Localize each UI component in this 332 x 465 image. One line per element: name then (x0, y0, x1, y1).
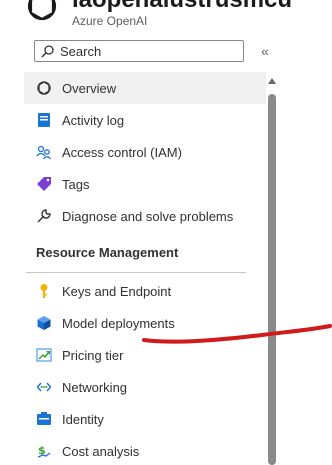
nav-item-label: Keys and Endpoint (62, 283, 172, 299)
collapse-menu-button[interactable]: « (258, 42, 272, 60)
search-placeholder: Search (60, 43, 102, 59)
nav-item-label: Tags (62, 176, 90, 192)
networking-icon (36, 379, 52, 395)
nav-item-label: Networking (62, 379, 128, 395)
nav-item-label: Cost analysis (62, 443, 140, 459)
nav-item-label: Access control (IAM) (62, 144, 182, 160)
nav-item-cost-analysis[interactable]: $ Cost analysis (24, 435, 266, 465)
section-divider (26, 272, 246, 273)
resource-header: iaopenaiustrusmcu Azure OpenAI (0, 0, 332, 36)
tag-icon (36, 176, 52, 192)
nav-item-model-deployments[interactable]: Model deployments (24, 307, 266, 339)
resource-name: iaopenaiustrusmcu (72, 0, 292, 14)
nav-item-diagnose[interactable]: Diagnose and solve problems (24, 200, 266, 232)
nav-item-activity-log[interactable]: Activity log (24, 104, 266, 136)
key-icon (36, 283, 52, 299)
scrollbar-thumb[interactable] (268, 94, 276, 465)
resource-type-subtitle: Azure OpenAI (72, 14, 148, 28)
nav-item-keys-and-endpoint[interactable]: Keys and Endpoint (24, 275, 266, 307)
nav-item-networking[interactable]: Networking (24, 371, 266, 403)
openai-icon (36, 80, 52, 96)
cost-analysis-icon: $ (36, 443, 52, 459)
nav-item-label: Overview (62, 80, 117, 96)
nav-item-label: Activity log (62, 112, 125, 128)
section-resource-management: Resource Management (36, 244, 179, 260)
nav-item-label: Diagnose and solve problems (62, 208, 234, 224)
wrench-icon (36, 208, 52, 224)
nav-item-access-control[interactable]: Access control (IAM) (24, 136, 266, 168)
azure-openai-resource-menu: iaopenaiustrusmcu Azure OpenAI Search « … (0, 0, 332, 465)
nav-item-label: Model deployments (62, 315, 175, 331)
access-control-icon (36, 144, 52, 160)
menu-scrollbar[interactable] (267, 78, 277, 465)
scroll-up-arrow-icon[interactable] (268, 78, 276, 84)
nav-item-pricing-tier[interactable]: Pricing tier (24, 339, 266, 371)
search-icon (41, 44, 54, 58)
nav-item-label: Pricing tier (62, 347, 124, 363)
identity-icon (36, 411, 52, 427)
nav-item-identity[interactable]: Identity (24, 403, 266, 435)
openai-logo-icon (22, 0, 62, 26)
pricing-tier-icon (36, 347, 52, 363)
menu-search-input[interactable]: Search (34, 40, 244, 62)
resource-menu: Overview Activity log Access control (IA… (24, 72, 266, 465)
nav-item-label: Identity (62, 411, 104, 427)
cube-icon (36, 315, 52, 331)
activity-log-icon (36, 112, 52, 128)
nav-item-tags[interactable]: Tags (24, 168, 266, 200)
nav-item-overview[interactable]: Overview (24, 72, 266, 104)
